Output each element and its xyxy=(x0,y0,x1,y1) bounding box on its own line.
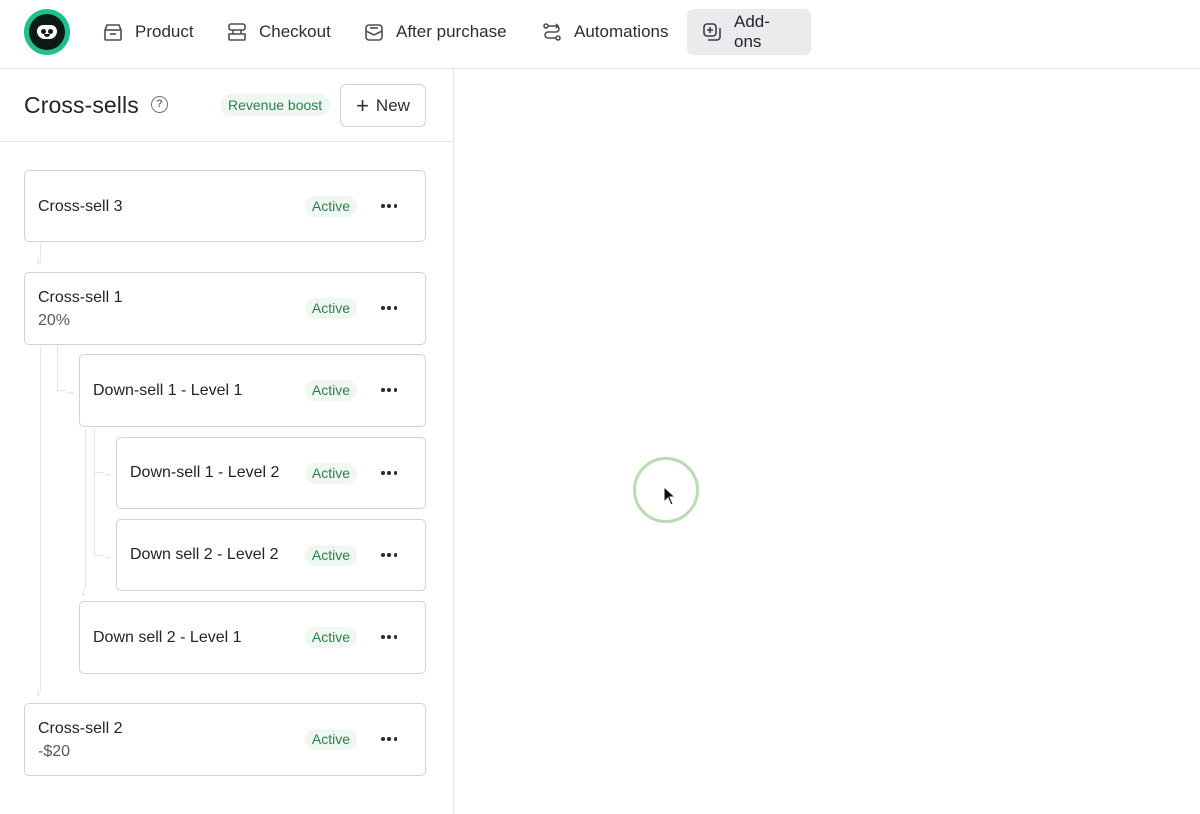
status-badge: Active xyxy=(304,627,357,648)
new-button-label: New xyxy=(375,95,410,115)
more-options-icon[interactable] xyxy=(377,196,401,216)
item-name: Down-sell 1 - Level 2 xyxy=(130,464,280,481)
list-item-down-sell-2-level-2[interactable]: Down sell 2 - Level 2 Active xyxy=(116,519,426,591)
tab-checkout[interactable]: Checkout xyxy=(212,9,345,55)
status-badge: Active xyxy=(304,463,357,484)
more-options-icon[interactable] xyxy=(377,729,401,749)
item-discount: -$20 xyxy=(38,743,71,760)
tab-automations[interactable]: Automations xyxy=(527,9,683,55)
connector-line xyxy=(85,428,86,590)
arrow-down-icon: ↓ xyxy=(35,684,42,699)
item-name: Down sell 2 - Level 1 xyxy=(93,629,242,646)
item-name: Cross-sell 2 xyxy=(38,720,123,737)
tab-label: Product xyxy=(135,22,194,41)
app-logo[interactable] xyxy=(24,9,70,55)
tab-add-ons[interactable]: Add-ons xyxy=(687,9,811,55)
arrow-right-icon: → xyxy=(100,465,113,480)
list-item-down-sell-1-level-1[interactable]: Down-sell 1 - Level 1 Active xyxy=(79,354,426,427)
status-badge: Active xyxy=(304,196,357,217)
more-options-icon[interactable] xyxy=(377,545,401,565)
status-badge: Active xyxy=(304,380,357,401)
mouse-pointer-icon xyxy=(663,486,677,506)
item-name: Down-sell 1 - Level 1 xyxy=(93,382,243,399)
item-name: Cross-sell 1 xyxy=(38,289,123,306)
page-title: Cross-sells xyxy=(24,92,139,118)
tab-label: Add-ons xyxy=(734,12,770,51)
arrow-down-icon: ↓ xyxy=(80,583,87,598)
tab-after-purchase[interactable]: After purchase xyxy=(349,9,521,55)
more-options-icon[interactable] xyxy=(377,380,401,400)
revenue-boost-badge: Revenue boost xyxy=(220,94,331,116)
status-badge: Active xyxy=(304,298,357,319)
tab-label: After purchase xyxy=(396,22,507,41)
new-button[interactable]: + New xyxy=(340,84,426,127)
tab-label: Automations xyxy=(574,22,669,41)
route-icon xyxy=(541,21,563,43)
plus-icon: + xyxy=(356,92,369,118)
status-badge: Active xyxy=(304,545,357,566)
item-discount: 20% xyxy=(38,312,71,329)
status-badge: Active xyxy=(304,729,357,750)
inbox-icon xyxy=(363,21,385,43)
tab-label: Checkout xyxy=(259,22,331,41)
more-options-icon[interactable] xyxy=(377,463,401,483)
list-item-cross-sell-2[interactable]: Cross-sell 2 -$20 Active xyxy=(24,703,426,776)
add-square-icon xyxy=(701,21,723,43)
arrow-down-icon: ↓ xyxy=(35,252,42,267)
top-navigation: Product Checkout After purchase Automati… xyxy=(0,0,1200,69)
arrow-right-icon: → xyxy=(100,548,113,563)
connector-line xyxy=(57,346,58,390)
checkout-icon xyxy=(226,21,248,43)
more-options-icon[interactable] xyxy=(377,627,401,647)
item-name: Down sell 2 - Level 2 xyxy=(130,546,279,563)
help-icon[interactable]: ? xyxy=(151,96,168,113)
more-options-icon[interactable] xyxy=(377,298,401,318)
tab-product[interactable]: Product xyxy=(88,9,208,55)
connector-line xyxy=(94,428,95,555)
arrow-right-icon: → xyxy=(63,383,76,398)
list-item-cross-sell-3[interactable]: Cross-sell 3 Active xyxy=(24,170,426,242)
list-item-down-sell-2-level-1[interactable]: Down sell 2 - Level 1 Active xyxy=(79,601,426,674)
item-name: Cross-sell 3 xyxy=(38,198,123,215)
list-item-cross-sell-1[interactable]: Cross-sell 1 20% Active xyxy=(24,272,426,345)
list-item-down-sell-1-level-2[interactable]: Down-sell 1 - Level 2 Active xyxy=(116,437,426,509)
panel-header: Cross-sells ? Revenue boost + New xyxy=(0,69,453,142)
box-icon xyxy=(102,21,124,43)
connector-line xyxy=(40,346,41,691)
